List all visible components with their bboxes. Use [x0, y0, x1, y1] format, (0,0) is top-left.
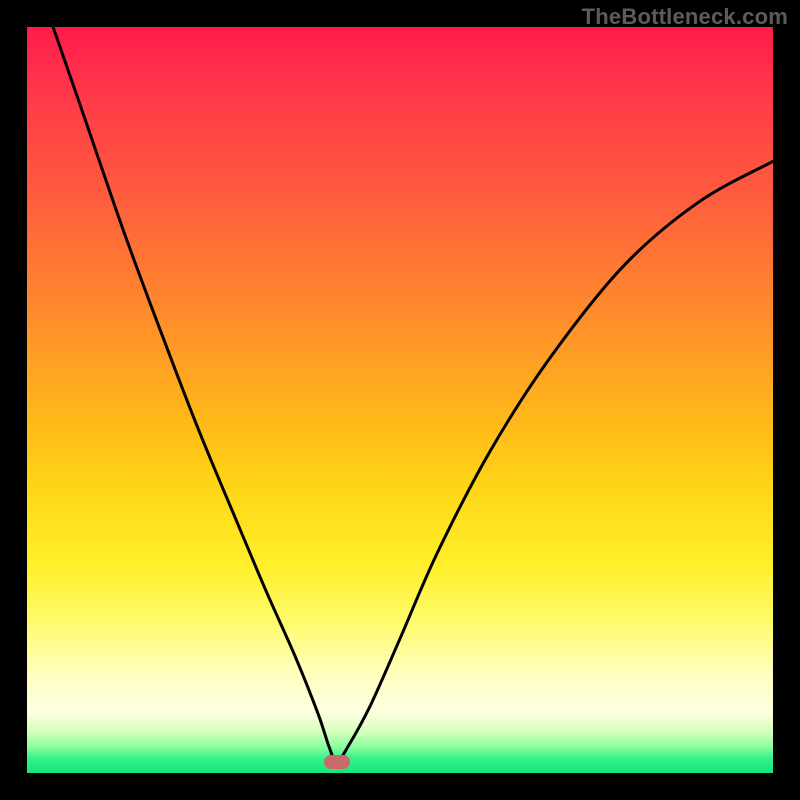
chart-plot-area — [27, 27, 773, 773]
bottleneck-curve — [27, 27, 773, 773]
optimal-point-marker — [324, 755, 350, 769]
outer-frame: TheBottleneck.com — [0, 0, 800, 800]
